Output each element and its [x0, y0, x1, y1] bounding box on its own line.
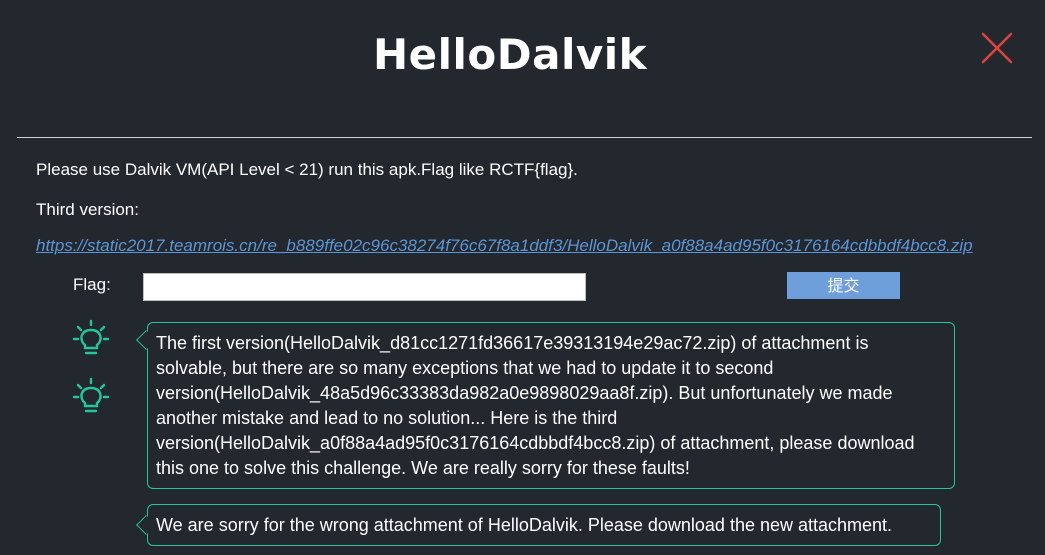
version-label: Third version: [36, 200, 139, 219]
flag-input[interactable] [143, 273, 586, 301]
lightbulb-icon [72, 377, 110, 413]
lightbulb-icon [72, 319, 110, 355]
challenge-description: Please use Dalvik VM(API Level < 21) run… [36, 160, 578, 179]
close-icon[interactable] [980, 31, 1014, 65]
title-divider [17, 137, 1032, 138]
submit-button[interactable]: 提交 [787, 272, 900, 299]
modal-title: HelloDalvik [372, 30, 648, 79]
challenge-modal: HelloDalvik Please use Dalvik VM(API Lev… [0, 0, 1045, 555]
attachment-link[interactable]: https://static2017.teamrois.cn/re_b889ff… [36, 236, 1045, 256]
notice-message: The first version(HelloDalvik_d81cc1271f… [147, 322, 955, 489]
notice-message: We are sorry for the wrong attachment of… [147, 504, 941, 546]
flag-label: Flag: [73, 275, 111, 294]
